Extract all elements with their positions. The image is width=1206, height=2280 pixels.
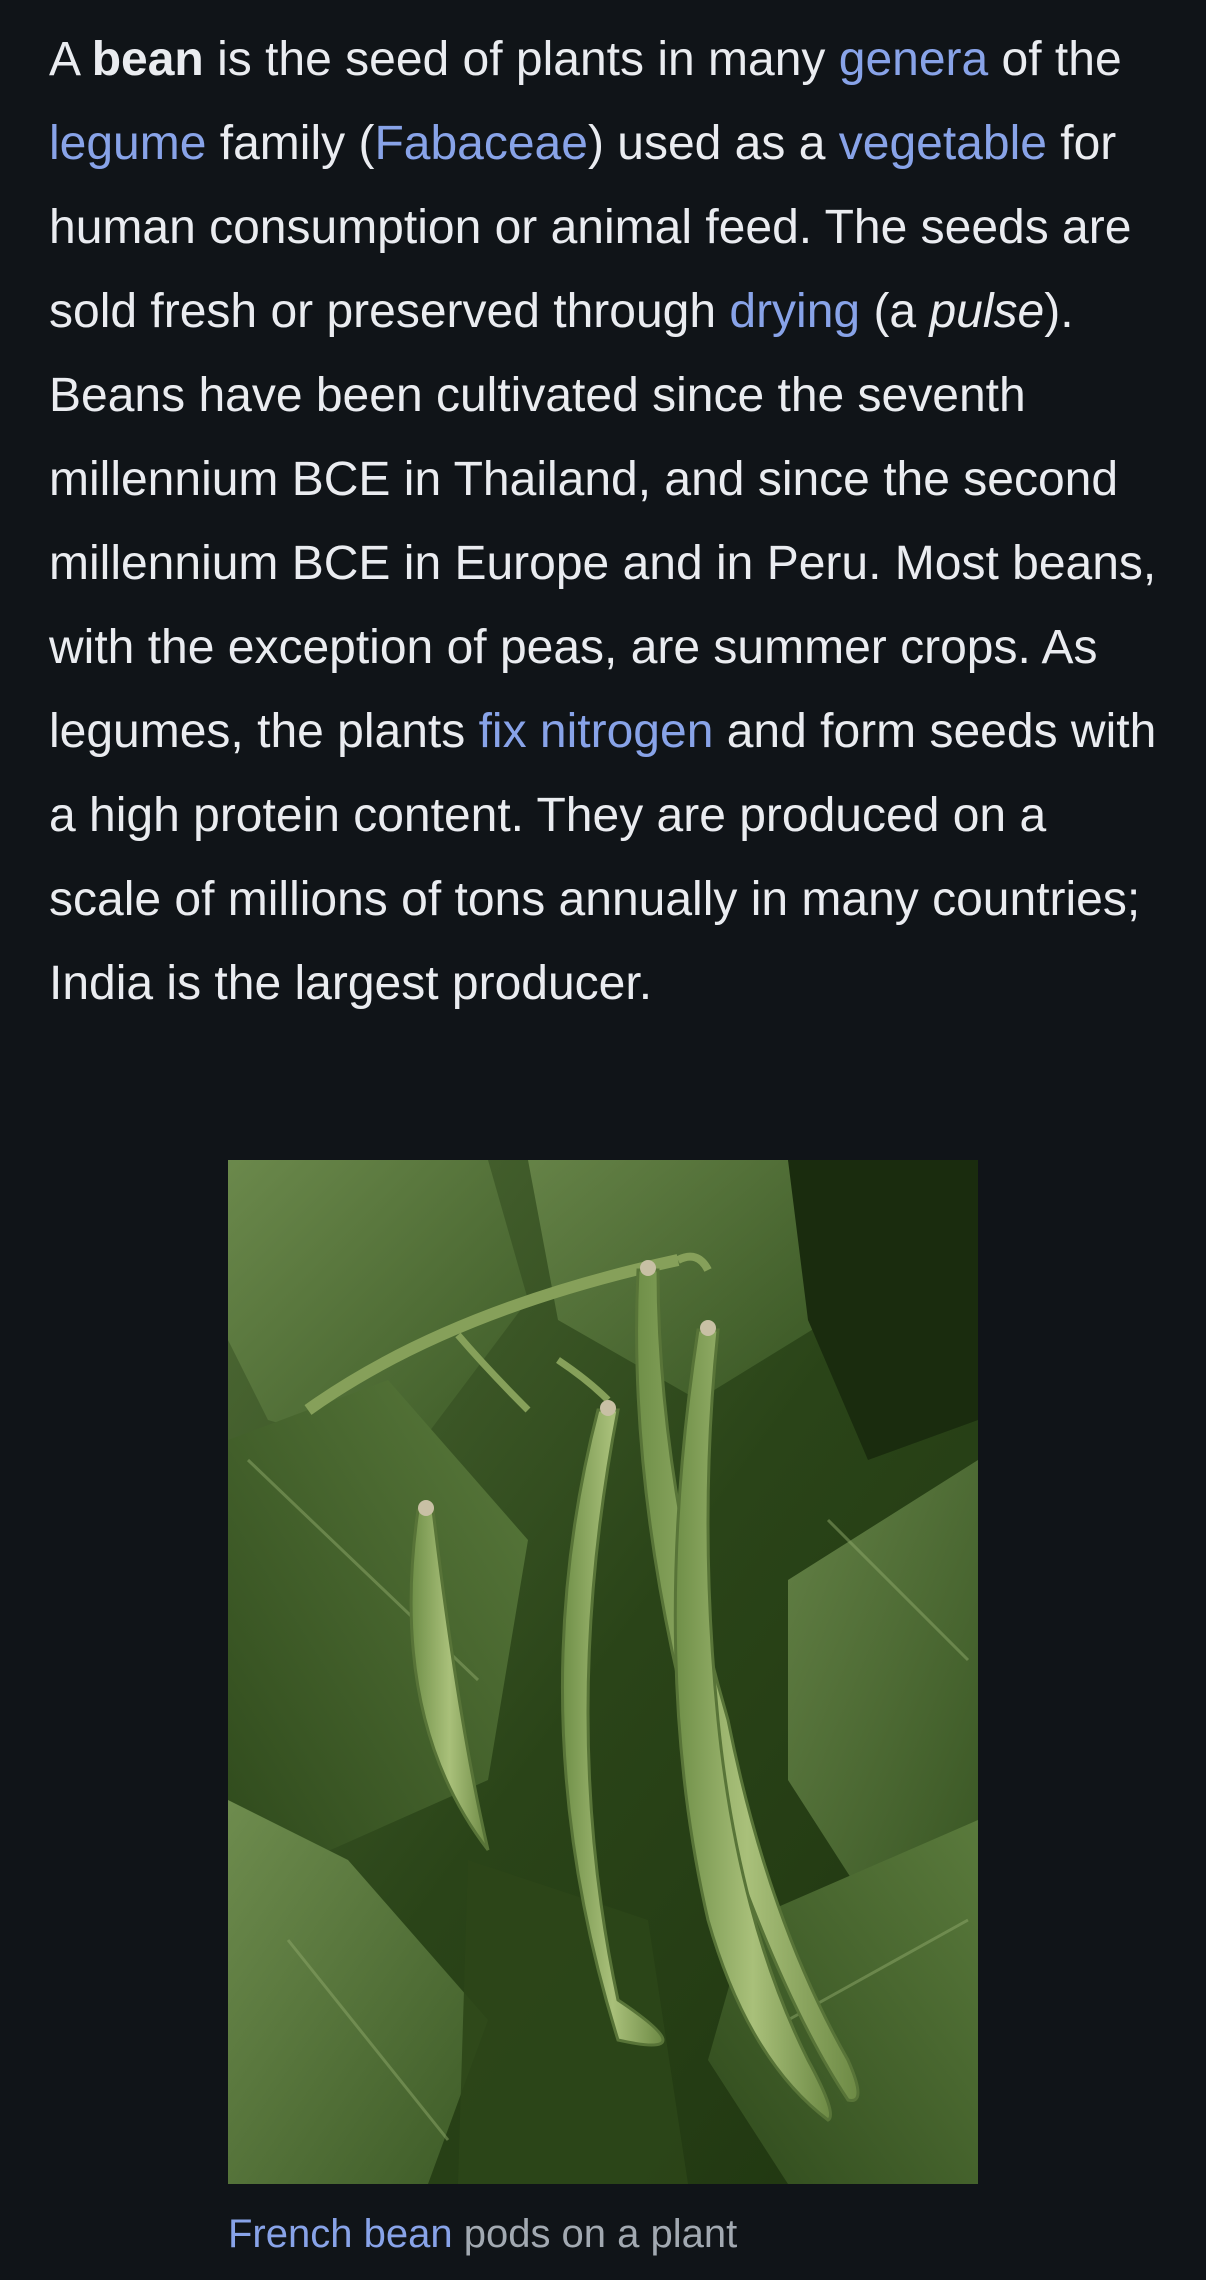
intro-text: family ( bbox=[206, 117, 375, 170]
link-fix-nitrogen[interactable]: fix nitrogen bbox=[479, 705, 714, 758]
italic-term-pulse: pulse bbox=[929, 285, 1045, 338]
french-bean-figure: French bean pods on a plant bbox=[228, 1160, 978, 2262]
intro-text: (a bbox=[860, 285, 930, 338]
intro-text: is the seed of plants in many bbox=[203, 33, 839, 86]
intro-text: ). Beans have been cultivated since the … bbox=[49, 285, 1157, 758]
link-legume[interactable]: legume bbox=[49, 117, 206, 170]
intro-text: of the bbox=[988, 33, 1122, 86]
figure-caption: French bean pods on a plant bbox=[228, 2206, 978, 2262]
article-intro-paragraph: A bean is the seed of plants in many gen… bbox=[49, 18, 1169, 1026]
bold-term-bean: bean bbox=[91, 33, 204, 86]
link-genera[interactable]: genera bbox=[839, 33, 988, 86]
intro-text: A bbox=[49, 33, 92, 86]
link-drying[interactable]: drying bbox=[729, 285, 860, 338]
french-bean-photo[interactable] bbox=[228, 1160, 978, 2184]
caption-text: pods on a plant bbox=[452, 2212, 738, 2256]
intro-text: ) used as a bbox=[587, 117, 839, 170]
link-vegetable[interactable]: vegetable bbox=[839, 117, 1047, 170]
link-fabaceae[interactable]: Fabaceae bbox=[374, 117, 588, 170]
caption-link-french-bean[interactable]: French bean bbox=[228, 2212, 453, 2256]
